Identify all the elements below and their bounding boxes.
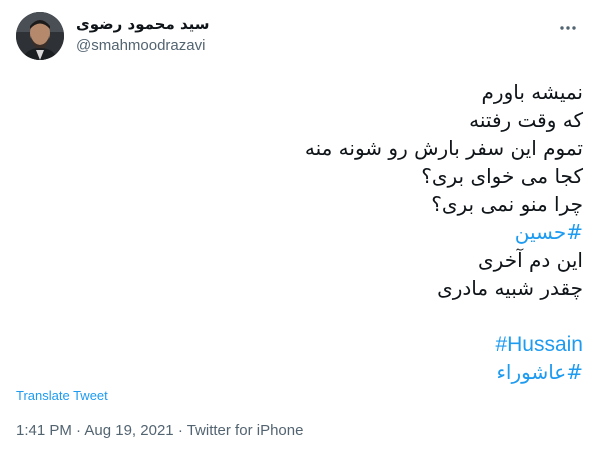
- tweet-line: کجا می خوای بری؟: [421, 164, 583, 188]
- tweet-time[interactable]: 1:41 PM: [16, 422, 72, 439]
- hashtag-hussain-en[interactable]: #Hussain: [495, 333, 583, 356]
- avatar-photo: [16, 12, 64, 60]
- more-horizontal-icon: [560, 26, 576, 30]
- hashtag-ashura[interactable]: #عاشوراء: [497, 360, 584, 384]
- author-handle[interactable]: @smahmoodrazavi: [76, 36, 556, 56]
- author-info: سید محمود رضوی @smahmoodrazavi: [76, 14, 556, 56]
- meta-separator: ·: [76, 422, 82, 439]
- tweet-meta: 1:41 PM · Aug 19, 2021 · Twitter for iPh…: [16, 421, 303, 441]
- avatar[interactable]: [16, 12, 64, 60]
- translate-tweet-link[interactable]: Translate Tweet: [16, 388, 108, 404]
- meta-separator: ·: [177, 422, 183, 439]
- tweet-line: این دم آخری: [478, 248, 583, 272]
- tweet-line-hashtag: #حسین: [23, 218, 583, 246]
- tweet-line: که وقت رفتنه: [469, 108, 583, 132]
- more-button[interactable]: [554, 14, 582, 42]
- tweet-line: تموم این سفر بارش رو شونه منه: [304, 136, 583, 160]
- tweet-line-hashtag: #عاشوراء: [23, 358, 584, 386]
- tweet-date[interactable]: Aug 19, 2021: [84, 422, 173, 439]
- tweet-line: چقدر شبیه مادری: [437, 276, 583, 300]
- tweet-card: سید محمود رضوی @smahmoodrazavi نمیشه باو…: [0, 0, 598, 454]
- author-display-name[interactable]: سید محمود رضوی: [76, 14, 210, 34]
- tweet-line: چرا منو نمی بری؟: [431, 192, 583, 216]
- hashtag-hussain-fa[interactable]: #حسین: [515, 220, 583, 244]
- tweet-line-hashtag: #Hussain: [23, 330, 583, 358]
- tweet-source[interactable]: Twitter for iPhone: [187, 422, 304, 439]
- tweet-text: نمیشه باورم که وقت رفتنه تموم این سفر با…: [23, 78, 583, 386]
- tweet-line: نمیشه باورم: [481, 80, 583, 104]
